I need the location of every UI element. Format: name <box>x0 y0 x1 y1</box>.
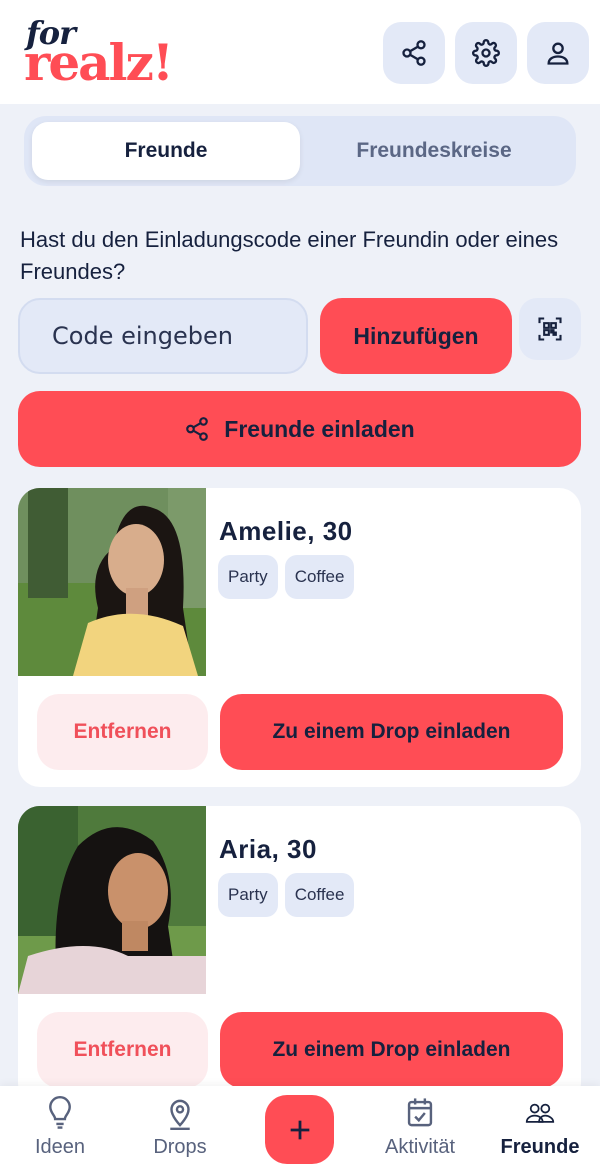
interest-tag: Party <box>218 555 278 599</box>
users-icon <box>525 1103 555 1123</box>
share-icon <box>402 40 426 66</box>
user-icon <box>547 42 569 65</box>
logo-line-2: realz! <box>24 33 174 92</box>
remove-friend-button[interactable]: Entfernen <box>37 694 208 770</box>
nav-label: Drops <box>153 1136 207 1158</box>
create-button[interactable] <box>265 1095 334 1164</box>
remove-friend-button[interactable]: Entfernen <box>37 1012 208 1088</box>
qr-code-icon <box>538 317 562 341</box>
friend-card: Aria, 30 Party Coffee Entfernen Zu einem… <box>18 806 581 1105</box>
friend-photo <box>18 488 206 676</box>
friend-card: Amelie, 30 Party Coffee Entfernen Zu ein… <box>18 488 581 787</box>
nav-item-ideas[interactable]: Ideen <box>5 1096 115 1159</box>
nav-label: Aktivität <box>384 1136 456 1158</box>
add-friend-button[interactable]: Hinzufügen <box>320 298 512 374</box>
share-button[interactable] <box>383 22 445 84</box>
invite-friends-label: Freunde einladen <box>224 415 415 442</box>
friend-photo <box>18 806 206 994</box>
bottom-navigation: Ideen Drops Aktivität Freunde <box>0 1086 600 1173</box>
invite-code-input[interactable] <box>18 298 308 374</box>
interest-tag: Coffee <box>284 873 355 917</box>
invite-to-drop-button[interactable]: Zu einem Drop einladen <box>220 694 563 770</box>
friend-tags: Party Coffee <box>218 555 355 599</box>
invite-code-prompt: Hast du den Einladungscode einer Freundi… <box>20 227 559 284</box>
gear-icon <box>472 39 500 67</box>
friends-tabs: Freunde Freundeskreise <box>24 116 576 186</box>
lightbulb-icon <box>49 1096 71 1129</box>
profile-button[interactable] <box>527 22 589 84</box>
nav-label: Freunde <box>500 1136 580 1158</box>
friend-name: Amelie, 30 <box>219 516 353 546</box>
invite-to-drop-button[interactable]: Zu einem Drop einladen <box>220 1012 563 1088</box>
calendar-check-icon <box>407 1098 433 1127</box>
friend-tags: Party Coffee <box>218 873 355 917</box>
tab-friend-circles[interactable]: Freundeskreise <box>300 122 568 180</box>
share-icon <box>186 417 209 441</box>
app-logo: for realz! <box>24 14 184 94</box>
interest-tag: Party <box>218 873 278 917</box>
plus-icon <box>290 1120 309 1139</box>
invite-friends-button[interactable]: Freunde einladen <box>18 391 581 467</box>
qr-scan-button[interactable] <box>519 298 581 360</box>
nav-item-activity[interactable]: Aktivität <box>365 1096 475 1159</box>
nav-item-friends[interactable]: Freunde <box>485 1096 595 1159</box>
location-pin-icon <box>170 1099 190 1130</box>
friend-name: Aria, 30 <box>219 834 317 864</box>
app-header: for realz! <box>0 0 600 104</box>
tab-friends[interactable]: Freunde <box>32 122 300 180</box>
settings-button[interactable] <box>455 22 517 84</box>
interest-tag: Coffee <box>284 555 355 599</box>
nav-item-drops[interactable]: Drops <box>125 1096 235 1159</box>
nav-label: Ideen <box>34 1136 86 1158</box>
